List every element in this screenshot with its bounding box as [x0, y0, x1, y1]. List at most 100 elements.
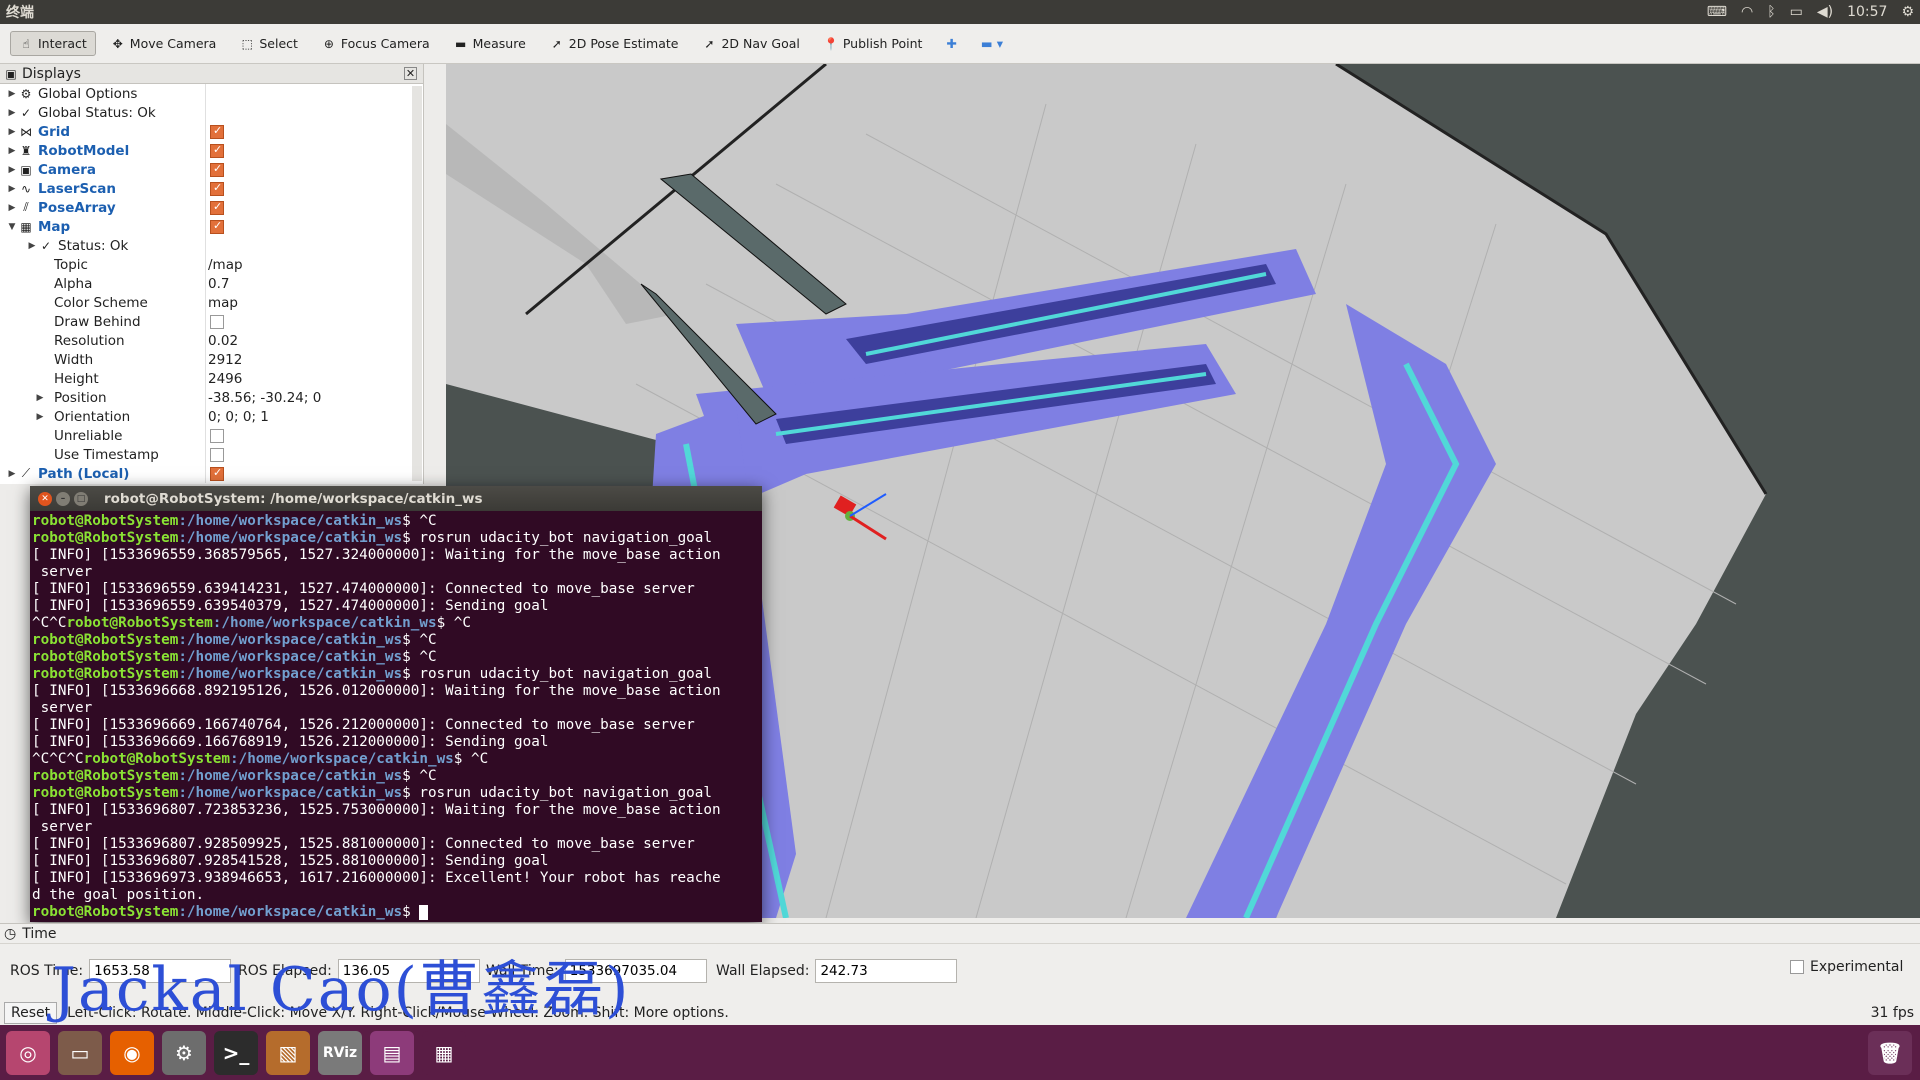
display-row[interactable]: Color Scheme map	[0, 293, 423, 312]
display-row[interactable]: ▶ ✓ Global Status: Ok	[0, 103, 423, 122]
settings-icon[interactable]: ⚙	[162, 1030, 206, 1075]
close-icon[interactable]: ✕	[404, 67, 417, 80]
minimize-window-icon[interactable]: –	[56, 491, 70, 506]
fps-readout: 31 fps	[1870, 1005, 1914, 1021]
terminal-line: robot@RobotSystem:/home/workspace/catkin…	[32, 649, 760, 666]
displays-scrollbar[interactable]	[412, 86, 422, 481]
expand-arrow-icon[interactable]: ▶	[6, 184, 18, 194]
expand-arrow-icon[interactable]: ▶	[6, 469, 18, 479]
terminal-command: $ rosrun udacity_bot navigation_goal	[402, 530, 712, 546]
display-row[interactable]: ▶ ⫽ PoseArray	[0, 198, 423, 217]
enable-checkbox[interactable]	[210, 181, 224, 196]
display-row[interactable]: ▶ ∿ LaserScan	[0, 179, 423, 198]
display-value[interactable]: -38.56; -30.24; 0	[208, 390, 321, 406]
display-row[interactable]: Height 2496	[0, 369, 423, 388]
wall-elapsed-input[interactable]	[815, 959, 958, 983]
keyboard-icon[interactable]: ⌨	[1707, 4, 1727, 20]
terminal-icon[interactable]: >_	[214, 1030, 258, 1075]
display-row[interactable]: Draw Behind	[0, 312, 423, 331]
terminal-output[interactable]: robot@RobotSystem:/home/workspace/catkin…	[30, 511, 762, 923]
experimental-label: Experimental	[1810, 959, 1904, 975]
wifi-icon[interactable]: ◠	[1741, 4, 1753, 20]
display-row[interactable]: ▶ ⋈ Grid	[0, 122, 423, 141]
package-icon[interactable]: ▧	[266, 1030, 310, 1075]
tool-measure[interactable]: ▬ Measure	[445, 31, 535, 56]
maximize-window-icon[interactable]: □	[74, 491, 88, 506]
battery-icon[interactable]: ▭	[1790, 4, 1803, 20]
expand-arrow-icon[interactable]: ▶	[34, 393, 46, 403]
enable-checkbox[interactable]	[210, 314, 224, 329]
display-row[interactable]: Topic/map	[0, 255, 423, 274]
expand-arrow-icon[interactable]: ▶	[34, 412, 46, 422]
terminal-line: [ INFO] [1533696559.639540379, 1527.4740…	[32, 598, 549, 614]
display-value[interactable]: 2496	[208, 371, 242, 387]
reset-button[interactable]: Reset	[4, 1002, 58, 1024]
display-label: Camera	[38, 161, 97, 178]
prompt-path: :/home/workspace/catkin_ws	[229, 751, 454, 767]
terminal-cursor	[419, 904, 429, 920]
tool-focus-camera[interactable]: ⊕ Focus Camera	[313, 31, 439, 56]
expand-arrow-icon[interactable]: ▶	[6, 108, 18, 118]
enable-checkbox[interactable]	[210, 466, 224, 481]
display-row[interactable]: ▼ ▦ Map	[0, 217, 423, 236]
expand-arrow-icon[interactable]: ▶	[6, 165, 18, 175]
display-value[interactable]: 0.02	[208, 333, 238, 349]
tool-move-camera[interactable]: ✥ Move Camera	[102, 31, 226, 56]
display-row[interactable]: Use Timestamp	[0, 445, 423, 464]
enable-checkbox[interactable]	[210, 124, 224, 139]
tool-interact[interactable]: ☝ Interact	[10, 31, 96, 56]
display-row[interactable]: ▶ ⚙ Global Options	[0, 84, 423, 103]
display-value[interactable]: 2912	[208, 352, 242, 368]
add-tool-icon[interactable]: ✚	[937, 31, 965, 56]
expand-arrow-icon[interactable]: ▶	[6, 127, 18, 137]
enable-checkbox[interactable]	[210, 219, 224, 234]
enable-checkbox[interactable]	[210, 200, 224, 215]
tool-2d-pose-estimate[interactable]: ➚ 2D Pose Estimate	[541, 31, 688, 56]
ubuntu-logo-icon[interactable]: ◎	[6, 1030, 50, 1075]
firefox-icon[interactable]: ◉	[110, 1030, 154, 1075]
experimental-checkbox[interactable]	[1790, 960, 1804, 974]
workspace-icon[interactable]: ▦	[422, 1030, 466, 1075]
bluetooth-icon[interactable]: ᛒ	[1767, 4, 1775, 20]
trash-icon[interactable]: 🗑	[1868, 1030, 1912, 1075]
close-window-icon[interactable]: ✕	[38, 491, 52, 506]
expand-arrow-icon[interactable]: ▶	[6, 146, 18, 156]
display-value[interactable]: map	[208, 295, 238, 311]
expand-arrow-icon[interactable]: ▶	[6, 89, 18, 99]
prompt-path: :/home/workspace/catkin_ws	[178, 666, 403, 682]
expand-arrow-icon[interactable]: ▼	[6, 222, 18, 232]
display-row[interactable]: Width 2912	[0, 350, 423, 369]
display-row[interactable]: ▶ ✓ Status: Ok	[0, 236, 423, 255]
tool-select[interactable]: ⬚ Select	[231, 31, 307, 56]
display-value[interactable]: 0.7	[208, 276, 229, 292]
display-row[interactable]: ▶ Position -38.56; -30.24; 0	[0, 388, 423, 407]
rviz-icon[interactable]: RViz	[318, 1030, 362, 1075]
files-icon[interactable]: ▭	[58, 1030, 102, 1075]
volume-icon[interactable]: ◀)	[1817, 4, 1833, 20]
display-row[interactable]: Alpha 0.7	[0, 274, 423, 293]
display-label: Global Options	[38, 85, 138, 102]
remove-tool-icon[interactable]: ▬ ▾	[972, 31, 1012, 56]
enable-checkbox[interactable]	[210, 162, 224, 177]
display-value[interactable]: /map	[208, 257, 243, 273]
enable-checkbox[interactable]	[210, 428, 224, 443]
expand-arrow-icon[interactable]: ▶	[6, 203, 18, 213]
display-row[interactable]: Unreliable	[0, 426, 423, 445]
tool-publish-point[interactable]: 📍 Publish Point	[815, 31, 932, 56]
display-row[interactable]: ▶ ♜ RobotModel	[0, 141, 423, 160]
enable-checkbox[interactable]	[210, 143, 224, 158]
terminal-window[interactable]: ✕ – □ robot@RobotSystem: /home/workspace…	[30, 486, 762, 922]
terminal-line: robot@RobotSystem:/home/workspace/catkin…	[32, 904, 760, 921]
system-gear-icon[interactable]: ⚙	[1901, 4, 1914, 20]
expand-arrow-icon[interactable]: ▶	[26, 241, 38, 251]
tool-2d-nav-goal[interactable]: ➚ 2D Nav Goal	[693, 31, 808, 56]
display-row[interactable]: ▶ ⟋ Path (Local)	[0, 464, 423, 483]
window-icon[interactable]: ▤	[370, 1030, 414, 1075]
display-row[interactable]: ▶ Orientation 0; 0; 0; 1	[0, 407, 423, 426]
terminal-titlebar: ✕ – □ robot@RobotSystem: /home/workspace…	[30, 486, 762, 511]
display-value[interactable]: 0; 0; 0; 1	[208, 409, 269, 425]
clock[interactable]: 10:57	[1847, 4, 1887, 20]
display-row[interactable]: Resolution 0.02	[0, 331, 423, 350]
enable-checkbox[interactable]	[210, 447, 224, 462]
display-row[interactable]: ▶ ▣ Camera	[0, 160, 423, 179]
